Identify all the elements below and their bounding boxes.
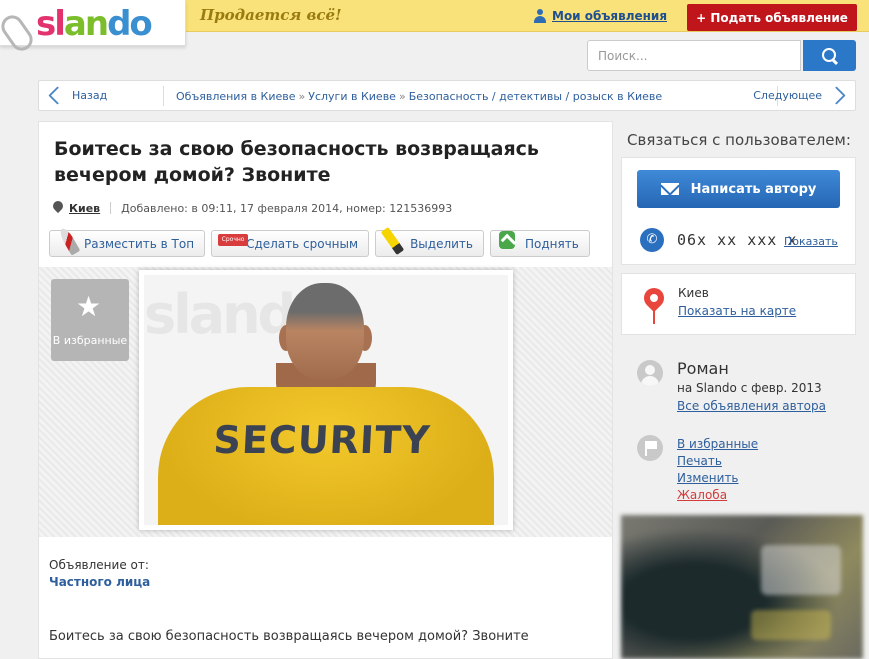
urgent-sticker-icon: Срочно	[218, 234, 249, 246]
ad-shape	[761, 545, 841, 595]
lift-up-button[interactable]: Поднять	[489, 230, 590, 257]
logo-part-2: an	[63, 4, 109, 44]
contact-heading: Связаться с пользователем:	[627, 131, 851, 149]
city-link[interactable]: Киев	[69, 202, 100, 215]
promote-top-label: Разместить в Топ	[84, 236, 195, 251]
phone-icon: ✆	[640, 228, 664, 252]
divider	[163, 86, 164, 106]
location-city: Киев	[678, 286, 709, 300]
photo-area: ★ В избранные slando SECURITY	[39, 267, 612, 537]
search-button[interactable]	[803, 40, 856, 71]
my-ads-link[interactable]: Мои объявления	[533, 9, 667, 23]
blurred-ad-banner[interactable]	[621, 515, 863, 659]
post-ad-button[interactable]: + Подать объявление	[687, 4, 857, 31]
highlighter-icon	[380, 226, 405, 256]
breadcrumb-item[interactable]: Объявления в Киеве	[176, 90, 296, 103]
make-urgent-label: Сделать срочным	[246, 236, 359, 251]
avatar	[637, 360, 663, 386]
back-link[interactable]: Назад	[48, 86, 108, 105]
divider	[110, 202, 112, 214]
user-box: Роман на Slando с февр. 2013 Все объявле…	[621, 343, 856, 513]
breadcrumb: Объявления в Киеве» Услуги в Киеве» Безопа…	[176, 90, 662, 103]
highlight-label: Выделить	[410, 236, 473, 251]
add-favorites-link[interactable]: В избранные	[677, 437, 758, 451]
arrow-left-icon	[48, 86, 67, 105]
envelope-icon	[660, 183, 679, 195]
arrow-right-icon	[827, 86, 846, 105]
location-box: Киев Показать на карте	[621, 273, 856, 335]
next-label: Следующее	[753, 89, 822, 102]
user-name: Роман	[677, 359, 729, 378]
logo-part-3: do	[107, 4, 153, 44]
write-author-label: Написать автору	[690, 181, 817, 197]
edit-link[interactable]: Изменить	[677, 471, 739, 485]
breadcrumb-bar: Назад Объявления в Киеве» Услуги в Киеве»…	[38, 80, 856, 111]
breadcrumb-separator: »	[298, 90, 306, 103]
show-phone-link[interactable]: Показать	[784, 235, 838, 248]
listing-meta: Киев Добавлено: в 09:11, 17 февраля 2014…	[53, 201, 452, 215]
photo-image: slando SECURITY	[144, 275, 508, 525]
logo[interactable]: slando	[36, 4, 153, 44]
map-pin-tail	[653, 308, 655, 324]
contact-box: Написать автору ✆ 06x xx xxx x Показать	[621, 157, 856, 265]
photo-head	[286, 283, 364, 379]
make-urgent-button[interactable]: Срочно Сделать срочным	[211, 230, 370, 257]
search-input[interactable]: Поиск...	[587, 40, 801, 71]
print-link[interactable]: Печать	[677, 454, 722, 468]
seller-type-label: Объявление от:	[49, 558, 149, 572]
flag-icon	[637, 435, 663, 461]
star-icon: ★	[76, 290, 102, 323]
ad-shape	[751, 610, 831, 640]
phone-number: 06x xx xxx x	[677, 231, 798, 249]
my-ads-label: Мои объявления	[552, 9, 668, 23]
breadcrumb-item[interactable]: Безопасность / детективы / розыск в Киев…	[409, 90, 662, 103]
write-author-button[interactable]: Написать автору	[637, 170, 840, 208]
breadcrumb-separator: »	[398, 90, 406, 103]
lift-up-label: Поднять	[524, 236, 579, 251]
user-icon	[533, 9, 547, 23]
logo-part-1: sl	[36, 4, 66, 44]
tagline: Продается всё!	[200, 6, 342, 24]
promo-actions: Разместить в Топ Срочно Сделать срочным В…	[49, 226, 590, 257]
breadcrumb-item[interactable]: Услуги в Киеве	[308, 90, 396, 103]
photo-security-text: SECURITY	[212, 418, 432, 462]
promote-top-button[interactable]: Разместить в Топ	[49, 226, 206, 257]
report-link[interactable]: Жалоба	[677, 488, 727, 502]
rocket-icon	[57, 226, 81, 256]
search-icon	[821, 47, 838, 64]
listing-title: Боитесь за свою безопасность возвращаясь…	[54, 138, 539, 186]
location-pin-icon	[53, 201, 63, 215]
seller-type-value: Частного лица	[49, 575, 151, 589]
listing-card: Боитесь за свою безопасность возвращаясь…	[38, 121, 613, 659]
highlight-button[interactable]: Выделить	[375, 226, 484, 257]
added-info: Добавлено: в 09:11, 17 февраля 2014, ном…	[121, 201, 453, 215]
show-on-map-link[interactable]: Показать на карте	[678, 304, 796, 318]
listing-description: Боитесь за свою безопасность возвращаясь…	[49, 629, 529, 644]
favorites-label: В избранные	[52, 334, 128, 347]
add-to-favorites-button[interactable]: ★ В избранные	[51, 279, 129, 361]
back-label: Назад	[72, 89, 108, 102]
next-link[interactable]: Следующее	[753, 86, 846, 105]
member-since: на Slando с февр. 2013	[677, 381, 822, 395]
listing-photo[interactable]: slando SECURITY	[139, 270, 513, 530]
lift-up-icon	[498, 231, 515, 249]
all-author-ads-link[interactable]: Все объявления автора	[677, 399, 826, 413]
